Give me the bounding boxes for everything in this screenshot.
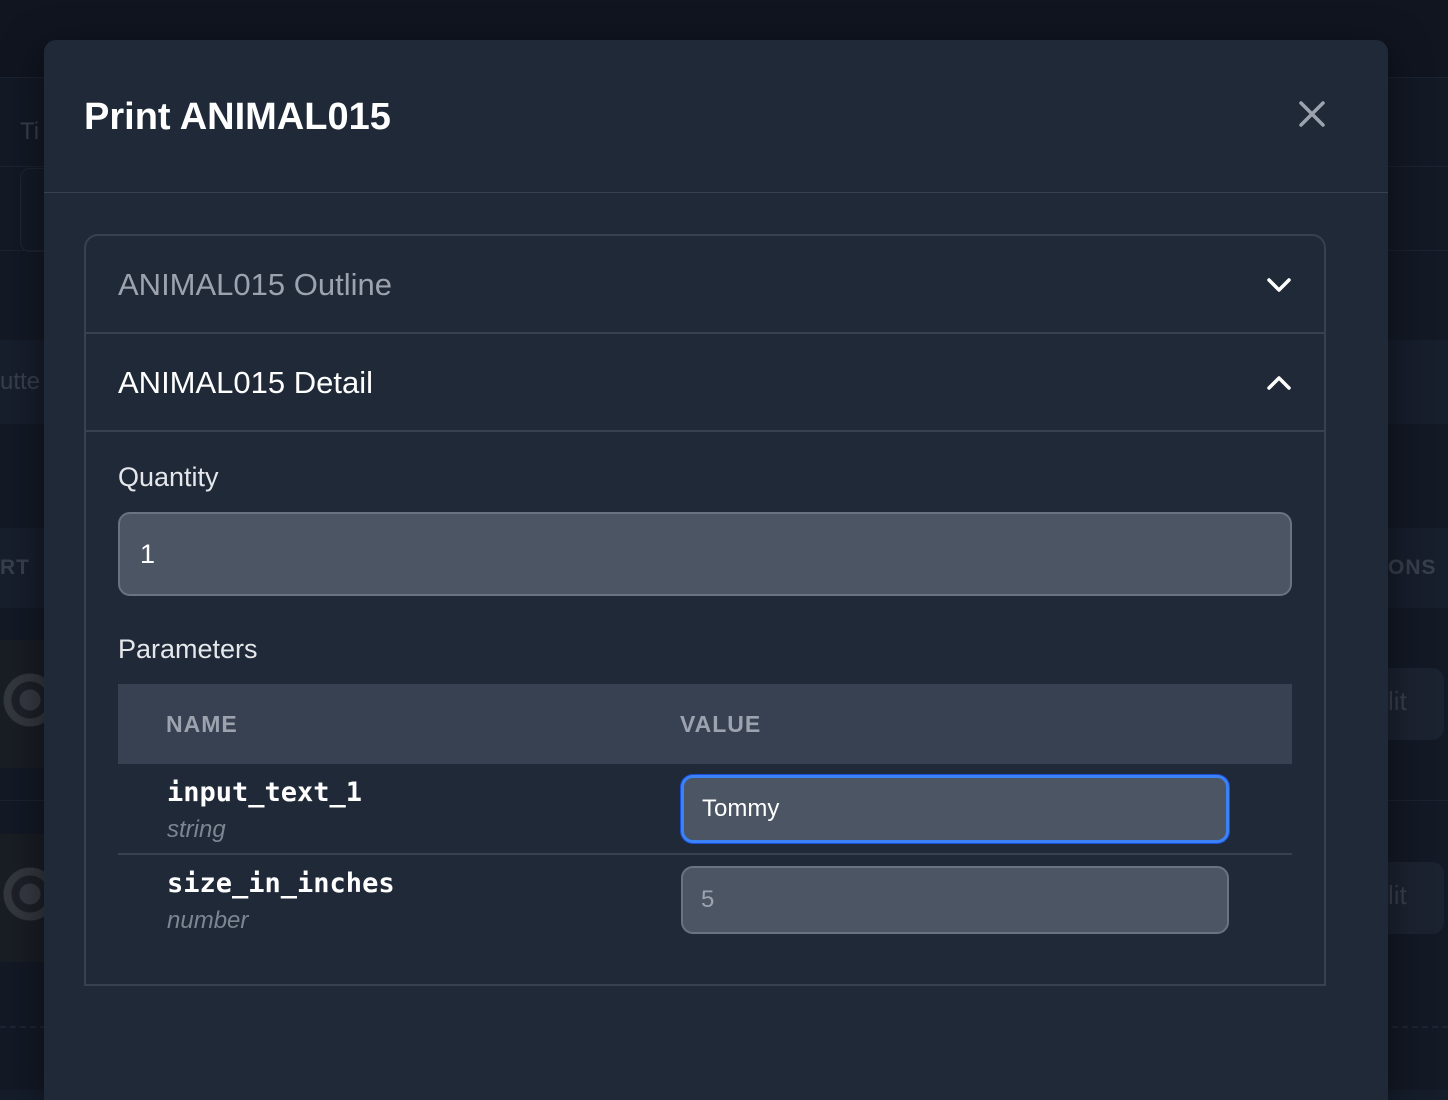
param-value-cell	[648, 764, 1292, 854]
parameters-label: Parameters	[118, 634, 258, 664]
param-value-input[interactable]	[681, 775, 1229, 843]
close-button[interactable]	[1292, 94, 1332, 134]
accordion: ANIMAL015 Outline ANIMAL015 Detail Quant…	[84, 234, 1326, 986]
print-modal: Print ANIMAL015 ANIMAL015 Outline ANIMAL…	[44, 40, 1388, 1100]
table-row: input_text_1 string	[118, 764, 1292, 854]
parameters-table: NAME VALUE input_text_1 string Tommy siz…	[118, 684, 1292, 944]
param-name: input_text_1	[167, 777, 363, 808]
table-header-row: NAME VALUE	[118, 684, 1292, 764]
param-type: number	[167, 907, 249, 934]
table-row: size_in_inches number	[118, 854, 1292, 944]
close-icon	[1299, 101, 1325, 127]
accordion-header-detail[interactable]: ANIMAL015 Detail	[86, 334, 1324, 432]
param-name-cell: size_in_inches number	[118, 854, 648, 944]
param-name: size_in_inches	[167, 868, 395, 899]
param-value-cell	[648, 854, 1292, 944]
chevron-up-icon	[1267, 376, 1291, 390]
chevron-down-icon	[1267, 278, 1291, 292]
param-value-input[interactable]	[681, 866, 1229, 934]
param-name-cell: input_text_1 string	[118, 764, 648, 854]
column-header-name: NAME	[166, 710, 238, 737]
accordion-header-outline[interactable]: ANIMAL015 Outline	[86, 236, 1324, 334]
column-header-value: VALUE	[680, 710, 762, 737]
accordion-header-label: ANIMAL015 Detail	[118, 365, 374, 400]
modal-title: Print ANIMAL015	[84, 96, 391, 138]
accordion-header-label: ANIMAL015 Outline	[118, 267, 392, 302]
modal-header: Print ANIMAL015	[44, 40, 1388, 193]
param-type: string	[167, 816, 226, 843]
quantity-label: Quantity	[118, 462, 219, 492]
quantity-input[interactable]	[118, 512, 1292, 596]
